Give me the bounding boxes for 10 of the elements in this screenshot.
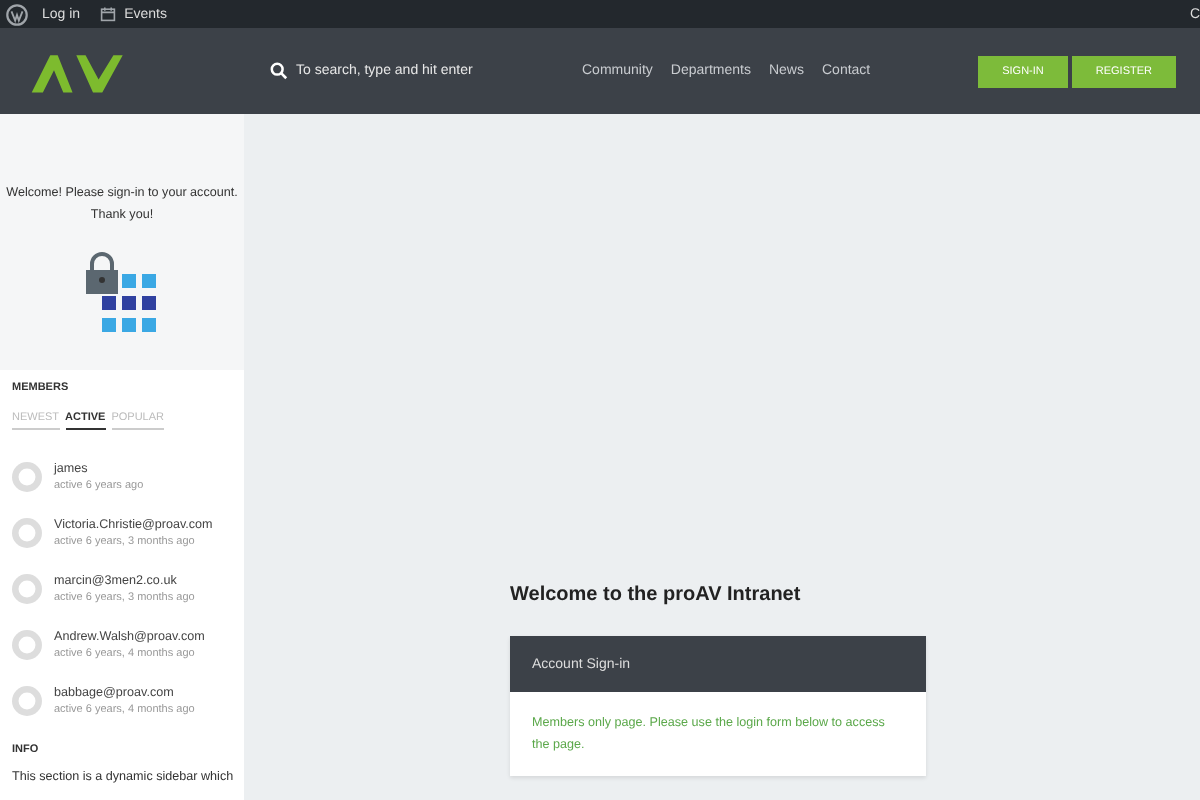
search-icon (270, 62, 288, 80)
wordpress-logo-icon[interactable] (6, 3, 28, 25)
calendar-icon (100, 6, 117, 22)
lock-keypad-icon (86, 250, 158, 334)
page-heading: Welcome to the proAV Intranet (510, 584, 803, 606)
avatar-icon (12, 685, 42, 715)
avatar-icon (12, 517, 42, 547)
avatar-icon (12, 629, 42, 659)
avatar-icon (12, 461, 42, 491)
avatar-icon (12, 573, 42, 603)
